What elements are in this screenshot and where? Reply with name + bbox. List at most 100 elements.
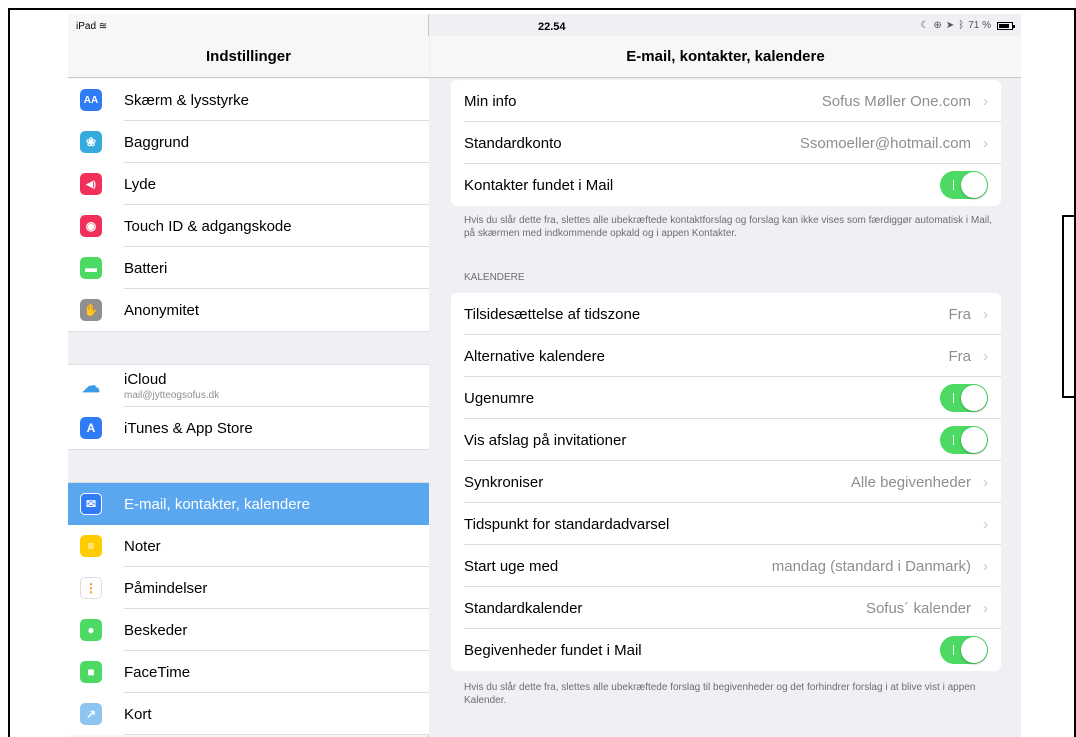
toggle-knob <box>961 637 987 663</box>
contacts-group: Min info Sofus Møller One.com › Standard… <box>451 80 1001 206</box>
row-default-alert-times[interactable]: Tidspunkt for standardadvarsel › <box>451 503 1001 545</box>
sidebar-item-label: iCloud <box>124 371 167 388</box>
row-label: Standardkalender <box>464 599 583 617</box>
sidebar-item-messages[interactable]: ● Beskeder <box>68 609 429 651</box>
sounds-icon: ◀) <box>80 173 102 195</box>
week-numbers-toggle[interactable] <box>940 384 988 412</box>
sidebar-item-icloud[interactable]: ☁ iCloud mail@jytteogsofus.dk <box>68 365 429 407</box>
mail-icon: ✉ <box>80 493 102 515</box>
sidebar-item-wallpaper[interactable]: ❀ Baggrund <box>68 121 429 163</box>
toggle-knob <box>961 385 987 411</box>
cloud-icon: ☁ <box>80 375 102 397</box>
detail-title: E-mail, kontakter, kalendere <box>430 36 1021 78</box>
sidebar-item-label: Noter <box>124 537 161 555</box>
row-contacts-found-in-mail: Kontakter fundet i Mail <box>451 164 1001 206</box>
row-alternative-calendars[interactable]: Alternative kalendere Fra › <box>451 335 1001 377</box>
sidebar-item-label: Påmindelser <box>124 579 208 597</box>
battery-icon: ▬ <box>80 257 102 279</box>
settings-sidebar: Indstillinger AA Skærm & lysstyrke ❀ Bag… <box>68 14 429 737</box>
row-label: Tilsidesættelse af tidszone <box>464 305 641 323</box>
show-declined-toggle[interactable] <box>940 426 988 454</box>
sidebar-item-reminders[interactable]: ⋮ Påmindelser <box>68 567 429 609</box>
icloud-account-email: mail@jytteogsofus.dk <box>124 390 220 401</box>
status-time: 22.54 <box>538 21 566 33</box>
row-value: Fra <box>948 347 972 365</box>
sidebar-item-notes[interactable]: ≡ Noter <box>68 525 429 567</box>
row-events-found-in-mail: Begivenheder fundet i Mail <box>451 629 1001 671</box>
contacts-footer-text: Hvis du slår dette fra, slettes alle ube… <box>464 215 993 239</box>
sidebar-item-label: Batteri <box>124 259 168 277</box>
messages-icon: ● <box>80 619 102 641</box>
toggle-on-mark <box>953 435 954 445</box>
chevron-right-icon: › <box>983 599 988 617</box>
row-label: Kontakter fundet i Mail <box>464 176 614 194</box>
row-time-zone-override[interactable]: Tilsidesættelse af tidszone Fra › <box>451 293 1001 335</box>
row-start-week-on[interactable]: Start uge med mandag (standard i Danmark… <box>451 545 1001 587</box>
chevron-right-icon: › <box>983 305 988 323</box>
sidebar-item-display[interactable]: AA Skærm & lysstyrke <box>68 79 429 121</box>
moon-icon: ☾ <box>920 20 930 31</box>
status-device: iPad ≋ <box>76 21 107 32</box>
chevron-right-icon: › <box>983 92 988 110</box>
chevron-right-icon: › <box>983 134 988 152</box>
battery-percent: 71 % <box>968 20 991 31</box>
row-label: Alternative kalendere <box>464 347 605 365</box>
sidebar-item-label: Lyde <box>124 175 156 193</box>
frame-top-line <box>8 8 1076 10</box>
wallpaper-icon: ❀ <box>80 131 102 153</box>
toggle-on-mark <box>953 645 954 655</box>
row-value: Fra <box>948 305 972 323</box>
sidebar-item-label: iTunes & App Store <box>124 419 253 437</box>
maps-icon: ↗ <box>80 703 102 725</box>
sidebar-group-gap <box>68 331 429 365</box>
notes-icon: ≡ <box>80 535 102 557</box>
row-label: Ugenumre <box>464 389 535 407</box>
sidebar-item-maps[interactable]: ↗ Kort <box>68 693 429 735</box>
sidebar-group-gap <box>68 449 429 483</box>
sidebar-item-mail[interactable]: ✉ E-mail, kontakter, kalendere <box>68 483 429 525</box>
sidebar-item-app-store[interactable]: A iTunes & App Store <box>68 407 429 449</box>
row-default-calendar[interactable]: Standardkalender Sofus´ kalender › <box>451 587 1001 629</box>
row-week-numbers: Ugenumre <box>451 377 1001 419</box>
row-value: Sofus´ kalender <box>865 599 971 617</box>
sidebar-title: Indstillinger <box>68 36 429 78</box>
reminders-icon: ⋮ <box>80 577 102 599</box>
toggle-on-mark <box>953 393 954 403</box>
detail-pane: E-mail, kontakter, kalendere Min info So… <box>430 14 1021 737</box>
contacts-found-toggle[interactable] <box>940 171 988 199</box>
bluetooth-icon: ᛒ <box>958 20 965 31</box>
row-value: mandag (standard i Danmark) <box>771 557 971 575</box>
chevron-right-icon: › <box>983 515 988 533</box>
sidebar-item-touchid[interactable]: ◉ Touch ID & adgangskode <box>68 205 429 247</box>
sidebar-item-facetime[interactable]: ■ FaceTime <box>68 651 429 693</box>
sidebar-item-label: Kort <box>124 705 152 723</box>
row-label: Synkroniser <box>464 473 544 491</box>
row-default-account[interactable]: Standardkonto Ssomoeller@hotmail.com › <box>451 122 1001 164</box>
display-icon: AA <box>80 89 102 111</box>
sidebar-item-label: Baggrund <box>124 133 190 151</box>
device-name: iPad <box>76 21 97 32</box>
sidebar-item-sounds[interactable]: ◀) Lyde <box>68 163 429 205</box>
side-note-box <box>1062 215 1076 398</box>
sidebar-item-label: Anonymitet <box>124 301 200 319</box>
row-label: Min info <box>464 92 517 110</box>
fingerprint-icon: ◉ <box>80 215 102 237</box>
row-label: Vis afslag på invitationer <box>464 431 627 449</box>
chevron-right-icon: › <box>983 473 988 491</box>
sidebar-item-label: Touch ID & adgangskode <box>124 217 292 235</box>
sidebar-item-label: E-mail, kontakter, kalendere <box>124 495 310 513</box>
toggle-on-mark <box>953 180 954 190</box>
ipad-screen: Indstillinger AA Skærm & lysstyrke ❀ Bag… <box>68 14 1021 737</box>
row-my-info[interactable]: Min info Sofus Møller One.com › <box>451 80 1001 122</box>
chevron-right-icon: › <box>983 557 988 575</box>
sidebar-item-privacy[interactable]: ✋ Anonymitet <box>68 289 429 331</box>
location-icon: ➤ <box>945 20 955 31</box>
row-sync[interactable]: Synkroniser Alle begivenheder › <box>451 461 1001 503</box>
events-found-toggle[interactable] <box>940 636 988 664</box>
status-indicators: ☾ ⊕ ➤ ᛒ 71 % <box>920 20 1015 31</box>
wifi-icon: ≋ <box>98 21 108 32</box>
sidebar-item-label: FaceTime <box>124 663 191 681</box>
status-bar: iPad ≋ 22.54 ☾ ⊕ ➤ ᛒ 71 % <box>68 14 1021 36</box>
sidebar-item-battery[interactable]: ▬ Batteri <box>68 247 429 289</box>
row-show-declined: Vis afslag på invitationer <box>451 419 1001 461</box>
